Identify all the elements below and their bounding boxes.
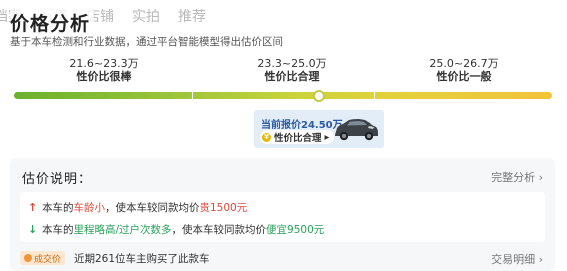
transaction-details-link[interactable]: 交易明细 ›: [491, 251, 543, 267]
coin-icon: [24, 254, 32, 262]
current-price-pointer: [313, 90, 325, 102]
tab-recommend[interactable]: 推荐: [178, 6, 206, 26]
deal-price-badge: 成交价: [20, 251, 66, 265]
rating-value: 合理: [297, 70, 320, 83]
deal-row[interactable]: 成交价 近期261位车主购买了此款车 交易明细 ›: [10, 250, 555, 266]
rating-value: 一般: [469, 70, 492, 83]
reason-text: 本车的里程略高/过户次数多，使本车较同款均价便宜9500元: [42, 222, 324, 237]
deal-summary: 近期261位车主购买了此款车: [74, 253, 210, 265]
rating-prefix: 性价比: [436, 70, 470, 83]
reason-text: 本车的车龄小，使本车较同款均价贵1500元: [42, 200, 247, 215]
scale-divider: [374, 92, 375, 99]
chevron-right-icon: ›: [538, 171, 543, 184]
rating-prefix: 性价比: [76, 70, 110, 83]
current-price-card[interactable]: 当前报价24.50万 ¥ 性价比合理 ▸: [254, 110, 384, 148]
price-range: 25.0~26.7万: [429, 57, 499, 70]
reason-prefix: 本车的: [42, 202, 74, 214]
value-rating: 性价比合理: [237, 70, 347, 84]
car-icon: [335, 119, 378, 141]
reason-prefix: 本车的: [42, 224, 74, 236]
reason-value: 便宜9500元: [266, 224, 325, 236]
reason-list: ↑ 本车的车龄小，使本车较同款均价贵1500元 ↓ 本车的里程略高/过户次数多，…: [20, 192, 545, 242]
chevron-right-icon: ▸: [324, 131, 330, 143]
price-range: 23.3~25.0万: [257, 57, 327, 70]
chevron-right-icon: ›: [538, 253, 543, 266]
rating-value: 很棒: [109, 70, 132, 83]
reason-mid: ，使本车较同款均价: [171, 224, 267, 236]
deal-badge-label: 成交价: [34, 254, 62, 265]
up-arrow-icon: ↑: [28, 201, 38, 214]
reason-key: 车龄小: [73, 202, 106, 214]
explanation-title: 估价说明：: [22, 172, 93, 187]
reason-item: ↓ 本车的里程略高/过户次数多，使本车较同款均价便宜9500元: [28, 222, 324, 237]
full-analysis-link[interactable]: 完整分析 ›: [491, 169, 543, 185]
reason-mid: ，使本车较同款均价: [105, 202, 200, 214]
reason-key: 里程略高/过户次数多: [73, 224, 172, 236]
value-rating: 性价比很棒: [49, 70, 159, 84]
price-marker-average: 25.0~26.7万 性价比一般: [409, 57, 519, 84]
price-range: 21.6~23.3万: [69, 57, 139, 70]
reason-item: ↑ 本车的车龄小，使本车较同款均价贵1500元: [28, 200, 247, 215]
current-price-label: 当前报价24.50万: [261, 120, 343, 131]
price-marker-great: 21.6~23.3万 性价比很棒: [49, 57, 159, 84]
price-marker-fair: 23.3~25.0万 性价比合理: [237, 57, 347, 84]
value-rating: 性价比一般: [409, 70, 519, 84]
price-scale-bar: [14, 92, 552, 99]
transaction-details-label: 交易明细: [491, 253, 536, 266]
price-explanation-panel: 估价说明： 完整分析 › ↑ 本车的车龄小，使本车较同款均价贵1500元 ↓ 本…: [10, 158, 555, 271]
pill-label: 性价比合理: [274, 133, 322, 144]
value-rating-pill[interactable]: ¥ 性价比合理 ▸: [260, 130, 335, 144]
down-arrow-icon: ↓: [28, 223, 38, 236]
rating-prefix: 性价比: [264, 70, 298, 83]
scale-divider: [192, 92, 193, 99]
full-analysis-label: 完整分析: [491, 171, 536, 184]
coin-icon: ¥: [262, 132, 271, 142]
reason-value: 贵1500元: [199, 202, 248, 214]
tab-photos[interactable]: 实拍: [132, 6, 160, 26]
page-title: 价格分析: [10, 9, 95, 36]
page-subtitle: 基于本车检测和行业数据，通过平台智能模型得出估价区间: [10, 36, 283, 48]
